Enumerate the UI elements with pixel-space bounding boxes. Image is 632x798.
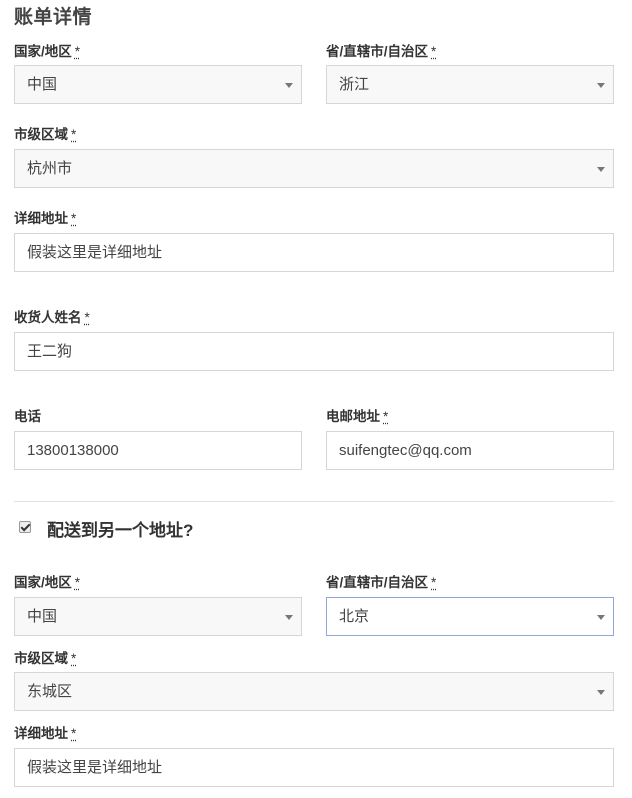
required-mark: *: [431, 575, 437, 590]
required-mark: *: [71, 127, 77, 142]
shipping-address-label: 详细地址 *: [14, 726, 77, 741]
shipping-province-value: 北京: [339, 608, 370, 625]
billing-name-label: 收货人姓名 *: [14, 310, 90, 325]
chevron-down-icon: [597, 83, 605, 88]
ship-to-different-label[interactable]: 配送到另一个地址?: [47, 516, 193, 541]
shipping-province-select[interactable]: 北京: [326, 597, 614, 636]
chevron-down-icon: [285, 615, 293, 620]
billing-city-select[interactable]: 杭州市: [14, 149, 614, 188]
required-mark: *: [431, 44, 437, 59]
ship-to-different-checkbox[interactable]: [19, 521, 31, 533]
billing-phone-input[interactable]: 13800138000: [14, 431, 302, 470]
chevron-down-icon: [285, 83, 293, 88]
shipping-city-label: 市级区域 *: [14, 651, 77, 666]
required-mark: *: [71, 211, 77, 226]
required-mark: *: [383, 409, 389, 424]
billing-country-value: 中国: [27, 76, 58, 93]
billing-phone-label: 电话: [14, 409, 41, 424]
shipping-country-label: 国家/地区 *: [14, 575, 81, 590]
required-mark: *: [84, 310, 90, 325]
billing-province-select[interactable]: 浙江: [326, 65, 614, 104]
required-mark: *: [71, 726, 77, 741]
chevron-down-icon: [597, 690, 605, 695]
billing-address-input[interactable]: 假装这里是详细地址: [14, 233, 614, 272]
billing-email-input[interactable]: suifengtec@qq.com: [326, 431, 614, 470]
chevron-down-icon: [597, 615, 605, 620]
required-mark: *: [74, 575, 81, 590]
shipping-province-label: 省/直辖市/自治区 *: [326, 575, 437, 590]
billing-province-label: 省/直辖市/自治区 *: [326, 44, 437, 59]
billing-city-value: 杭州市: [27, 160, 73, 177]
shipping-country-value: 中国: [27, 608, 58, 625]
billing-address-label: 详细地址 *: [14, 211, 77, 226]
billing-email-label: 电邮地址 *: [326, 409, 389, 424]
billing-name-input[interactable]: 王二狗: [14, 332, 614, 371]
shipping-city-value: 东城区: [27, 683, 73, 700]
chevron-down-icon: [597, 167, 605, 172]
shipping-country-select[interactable]: 中国: [14, 597, 302, 636]
required-mark: *: [71, 651, 77, 666]
billing-city-label: 市级区域 *: [14, 127, 77, 142]
required-mark: *: [74, 44, 81, 59]
billing-details-title: 账单详情: [14, 7, 93, 28]
section-divider: [14, 501, 614, 502]
shipping-city-select[interactable]: 东城区: [14, 672, 614, 711]
billing-country-select[interactable]: 中国: [14, 65, 302, 104]
billing-province-value: 浙江: [339, 76, 370, 93]
shipping-address-input[interactable]: 假装这里是详细地址: [14, 748, 614, 787]
billing-country-label: 国家/地区 *: [14, 44, 81, 59]
